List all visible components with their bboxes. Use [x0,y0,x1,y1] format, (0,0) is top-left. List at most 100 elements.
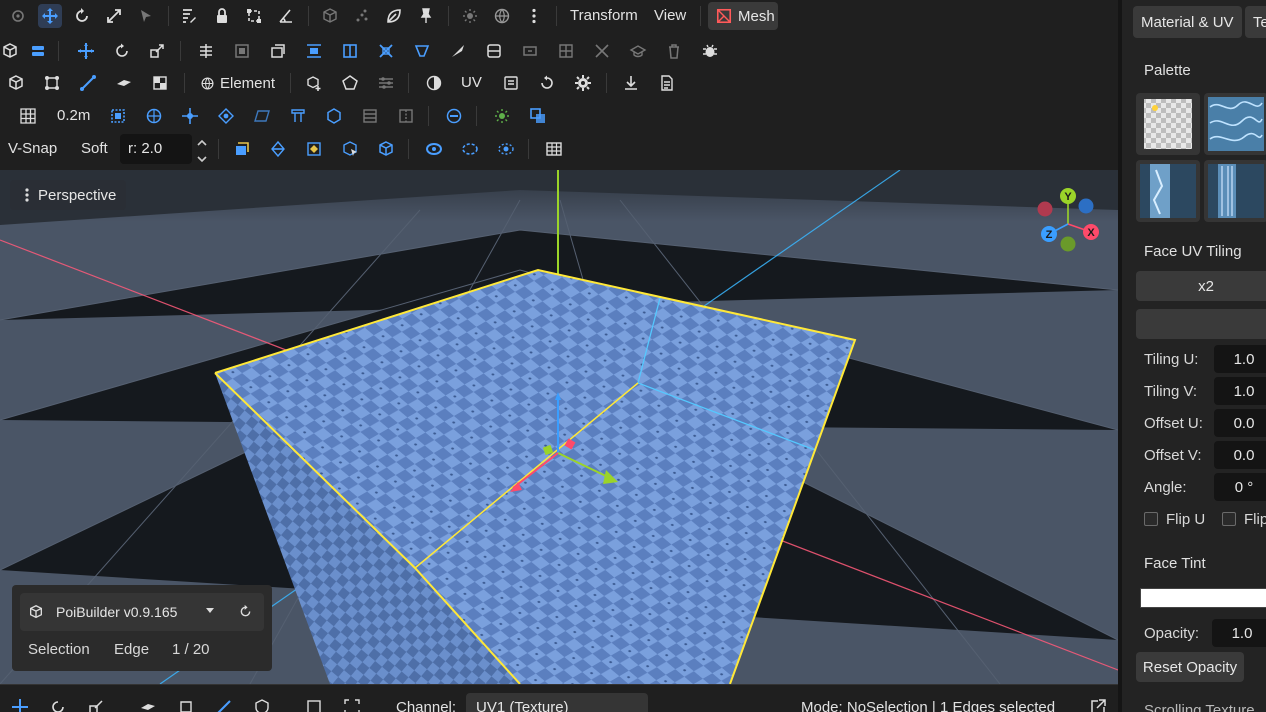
overlap-icon[interactable] [526,104,550,128]
bottom-uv-icon[interactable] [302,695,326,712]
scale-tool-icon[interactable] [102,4,126,28]
tint-color-swatch[interactable] [1140,588,1266,608]
opacity-input[interactable]: 1.0 [1212,619,1266,647]
hat-icon[interactable] [626,39,650,63]
snap-hex-icon[interactable] [322,104,346,128]
palette-swatch-checker[interactable] [1136,93,1200,155]
soft-cursor-icon[interactable] [338,137,362,161]
bridge-icon[interactable] [518,39,542,63]
grid-fill-icon[interactable] [554,39,578,63]
tiling-u-input[interactable]: 1.0 [1214,345,1266,373]
face-select-icon[interactable] [230,39,254,63]
snap-grid-icon[interactable] [106,104,130,128]
snap-plane-icon[interactable] [250,104,274,128]
version-dropdown[interactable]: PoiBuilder v0.9.165 [20,593,264,631]
tab-material-uv[interactable]: Material & UV [1133,6,1242,38]
offset-u-input[interactable]: 0.0 [1214,409,1266,437]
snap-stack-icon[interactable] [358,104,382,128]
palette-swatch-ice[interactable] [1136,160,1200,222]
vertex-select-icon[interactable] [40,71,64,95]
lock-icon[interactable] [210,4,234,28]
reset-opacity-button[interactable]: Reset Opacity [1136,652,1244,682]
split-v-icon[interactable] [338,39,362,63]
loop-cut-icon[interactable] [482,39,506,63]
transform-cross-icon[interactable] [74,39,98,63]
face-mode-icon[interactable] [112,71,136,95]
cube-icon[interactable] [4,71,28,95]
sliders-icon[interactable] [374,71,398,95]
leaf-icon[interactable] [382,4,406,28]
bottom-frame-icon[interactable] [340,695,364,712]
menu-transform[interactable]: Transform [570,7,638,24]
bottom-rotate-icon[interactable] [46,695,70,712]
snap-move-icon[interactable] [178,104,202,128]
light-icon[interactable] [490,104,514,128]
texture-mode-icon[interactable] [148,71,172,95]
list-edit-icon[interactable] [177,4,201,28]
layers-mode-icon[interactable] [26,39,50,63]
select-loop-icon[interactable] [458,137,482,161]
offset-v-input[interactable]: 0.0 [1214,441,1266,469]
tiling-x2-button[interactable]: x2 [1136,271,1266,301]
chevron-down-icon[interactable] [195,153,209,165]
globe-icon[interactable] [490,4,514,28]
orientation-gizmo[interactable]: Y X Z [1030,186,1104,256]
document-icon[interactable] [655,71,679,95]
bottom-vertex-icon[interactable] [174,695,198,712]
angle-input[interactable]: 0 ° [1214,473,1266,501]
external-link-icon[interactable] [1086,695,1110,712]
3d-viewport[interactable]: Perspective Y X Z PoiBuilder v0.9.165 Se… [0,170,1118,684]
reset-icon[interactable] [535,71,559,95]
select-arrow-icon[interactable] [134,4,158,28]
scatter-icon[interactable] [350,4,374,28]
flip-u-checkbox[interactable] [1144,512,1158,526]
snap-magnet-icon[interactable] [442,104,466,128]
element-button[interactable]: Element [200,75,275,92]
palette-swatch-waterfall[interactable] [1204,160,1266,222]
object-mode-icon[interactable] [0,39,22,63]
radius-stepper[interactable] [195,136,209,165]
settings-gear-icon[interactable] [571,71,595,95]
bottom-move-icon[interactable] [8,695,32,712]
pentagon-icon[interactable] [338,71,362,95]
rotate-small-icon[interactable] [110,39,134,63]
soft-axis-icon[interactable] [266,137,290,161]
table-icon[interactable] [542,137,566,161]
select-grow-icon[interactable] [494,137,518,161]
snap-mirror-icon[interactable] [394,104,418,128]
merge-icon[interactable] [590,39,614,63]
bevel-icon[interactable] [410,39,434,63]
snap-sphere-icon[interactable] [142,104,166,128]
bounds-icon[interactable] [242,4,266,28]
soft-diamond-icon[interactable] [302,137,326,161]
grid-size-value[interactable]: 0.2m [57,107,90,124]
refresh-icon[interactable] [238,604,253,619]
rotate-tool-icon[interactable] [70,4,94,28]
knife-icon[interactable] [446,39,470,63]
channel-select[interactable]: UV1 (Texture) [466,693,648,712]
vsnap-toggle[interactable]: V-Snap [8,140,57,157]
tiling-blank-button[interactable] [1136,309,1266,339]
snap-pillar-icon[interactable] [286,104,310,128]
scale-small-icon[interactable] [145,39,169,63]
download-icon[interactable] [619,71,643,95]
chevron-up-icon[interactable] [195,137,209,149]
uv-label[interactable]: UV [461,74,482,91]
bottom-shield-icon[interactable] [250,695,274,712]
flip-v-checkbox[interactable] [1222,512,1236,526]
select-ring-icon[interactable] [422,137,446,161]
bottom-face-icon[interactable] [136,695,160,712]
snap-vertex-icon[interactable] [214,104,238,128]
grid-icon[interactable] [16,104,40,128]
uv-sphere-icon[interactable] [422,71,446,95]
palette-swatch-water[interactable] [1204,93,1266,155]
menu-view[interactable]: View [654,7,686,24]
pin-icon[interactable] [414,4,438,28]
soft-box-icon[interactable] [374,137,398,161]
radius-input[interactable]: r: 2.0 [120,134,192,164]
align-h-icon[interactable] [302,39,326,63]
soft-cube-icon[interactable] [230,137,254,161]
soft-toggle[interactable]: Soft [81,140,108,157]
sun-dim-icon[interactable] [458,4,482,28]
perspective-dropdown[interactable]: Perspective [10,180,127,210]
